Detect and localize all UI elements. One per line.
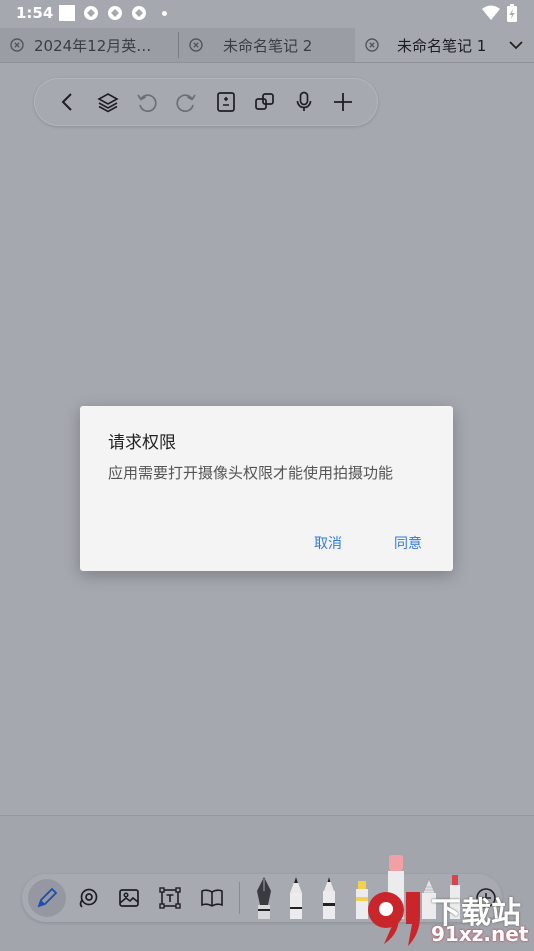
marker-icon[interactable]: [319, 875, 339, 919]
chevron-down-icon[interactable]: [506, 35, 526, 55]
lasso-icon[interactable]: [76, 886, 100, 910]
permission-dialog: 请求权限 应用需要打开摄像头权限才能使用拍摄功能 取消 同意: [80, 406, 453, 571]
wifi-icon: [482, 5, 500, 20]
tab-note-1[interactable]: 未命名笔记 2: [179, 28, 355, 62]
tab-bar: 2024年12月英… 未命名笔记 2 未命名笔记 1: [0, 28, 534, 63]
layers-icon[interactable]: [96, 90, 120, 114]
pen-toolbar: [22, 855, 502, 922]
notification-app-icon: [84, 6, 98, 20]
tab-label: 2024年12月英…: [34, 36, 152, 55]
more-notifications-icon: [162, 11, 167, 16]
toolbar-divider: [239, 882, 240, 914]
fountain-pen-icon[interactable]: [253, 875, 275, 919]
pen-icon[interactable]: [35, 886, 59, 910]
microphone-icon[interactable]: [292, 90, 316, 114]
tab-note-0[interactable]: 2024年12月英…: [0, 28, 178, 62]
back-icon[interactable]: [56, 90, 80, 114]
page-icon[interactable]: [214, 90, 238, 114]
notification-app-icon: [108, 6, 122, 20]
note-toolbar: [34, 78, 378, 126]
notification-square-icon: [59, 5, 75, 21]
watermark-logo-icon: [368, 892, 420, 946]
tab-label: 未命名笔记 2: [223, 36, 313, 55]
copy-icon[interactable]: [253, 90, 277, 114]
dialog-message: 应用需要打开摄像头权限才能使用拍摄功能: [108, 464, 394, 482]
agree-button[interactable]: 同意: [394, 533, 422, 553]
cancel-button[interactable]: 取消: [314, 533, 342, 553]
pencil-icon[interactable]: [286, 875, 306, 919]
battery-icon: [507, 4, 517, 22]
status-time: 1:54: [16, 4, 54, 22]
tab-label: 未命名笔记 1: [397, 36, 487, 55]
image-icon[interactable]: [117, 886, 141, 910]
add-icon[interactable]: [331, 90, 355, 114]
close-tab-icon[interactable]: [365, 38, 379, 52]
redo-icon[interactable]: [174, 90, 198, 114]
close-tab-icon[interactable]: [10, 38, 24, 52]
dialog-title: 请求权限: [108, 433, 176, 453]
text-box-icon[interactable]: [158, 886, 182, 910]
notification-app-icon: [132, 6, 146, 20]
close-tab-icon[interactable]: [189, 38, 203, 52]
watermark-site-text: 91xz.net: [431, 922, 529, 946]
undo-icon[interactable]: [135, 90, 159, 114]
book-icon[interactable]: [200, 886, 224, 910]
status-bar: 1:54: [0, 0, 534, 28]
